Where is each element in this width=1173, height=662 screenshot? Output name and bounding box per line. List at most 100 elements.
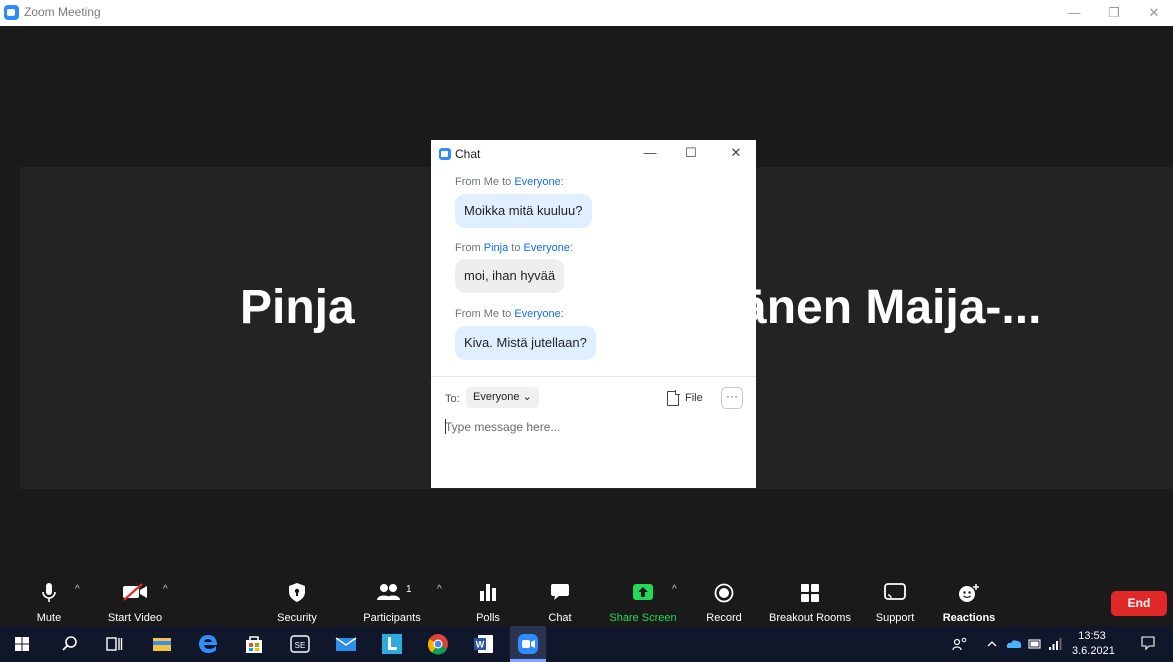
message-input[interactable] (445, 417, 745, 437)
breakout-rooms-label: Breakout Rooms (769, 612, 851, 624)
recipient-link[interactable]: Everyone (514, 308, 560, 320)
svg-text:SE: SE (295, 641, 306, 650)
emoji-add-icon (959, 584, 979, 602)
more-options-button[interactable]: ··· (721, 387, 743, 409)
participants-label: Participants (363, 612, 421, 624)
chat-button[interactable]: Chat (540, 574, 580, 626)
zoom-chat-icon (439, 148, 451, 160)
window-restore-button[interactable]: ❐ (1097, 0, 1131, 26)
zoom-icon[interactable] (516, 632, 540, 656)
start-video-button[interactable]: Start Video (98, 574, 172, 626)
sender-name: Me (483, 176, 500, 188)
reactions-button[interactable]: Reactions (932, 574, 1006, 626)
mail-icon[interactable] (334, 632, 358, 656)
file-icon[interactable] (667, 390, 680, 406)
support-label: Support (875, 612, 915, 624)
chat-window: Chat — ☐ ✕ From Me to Everyone: Moikka m… (431, 140, 756, 488)
l-app-icon[interactable] (380, 632, 404, 656)
task-view-icon[interactable] (102, 632, 126, 656)
recipient-value: Everyone (473, 391, 520, 403)
share-screen-button[interactable]: Share Screen (608, 574, 678, 626)
chat-title: Chat (455, 147, 481, 161)
chat-close-button[interactable]: ✕ (722, 142, 750, 164)
polls-button[interactable]: Polls (468, 574, 508, 626)
chat-label: Chat (548, 612, 572, 624)
chat-message: moi, ihan hyvää (455, 259, 565, 293)
network-signal-icon[interactable] (1048, 637, 1062, 651)
polls-label: Polls (476, 612, 500, 624)
edge-icon[interactable] (196, 632, 220, 656)
search-icon[interactable] (58, 632, 82, 656)
people-icon[interactable] (952, 636, 968, 652)
text-caret (445, 419, 446, 434)
chat-bubble-icon (551, 584, 569, 600)
recipient-dropdown[interactable]: Everyone ⌄ (466, 387, 539, 408)
clock-date: 3.6.2021 (1072, 645, 1115, 657)
recipient-link[interactable]: Everyone (524, 242, 570, 254)
to-word: to (499, 308, 515, 320)
message-header: From Me to Everyone: (455, 176, 564, 188)
video-options-caret[interactable]: ^ (163, 584, 168, 595)
from-prefix: From (455, 176, 484, 188)
participant-name-right: änen Maija-... (740, 281, 1042, 334)
windows-logo-icon[interactable] (10, 632, 34, 656)
breakout-rooms-icon (801, 584, 819, 602)
shield-icon (289, 583, 305, 602)
breakout-rooms-button[interactable]: Breakout Rooms (765, 574, 855, 626)
header-colon: : (560, 176, 564, 188)
system-clock[interactable]: 13:53 3.6.2021 (1072, 629, 1115, 659)
support-button[interactable]: Support (870, 574, 920, 626)
chrome-icon[interactable] (426, 632, 450, 656)
window-titlebar: Zoom Meeting — ❐ ✕ (0, 0, 1173, 26)
participant-name-left: Pinja (240, 281, 355, 334)
windows-taskbar: SE W 13:53 3.6.2021 (0, 626, 1173, 662)
polls-icon (480, 584, 496, 601)
to-word: to (508, 242, 524, 254)
battery-icon[interactable] (1028, 638, 1042, 650)
sender-link[interactable]: Pinja (484, 242, 508, 254)
to-word: to (499, 176, 515, 188)
chevron-down-icon: ⌄ (522, 391, 532, 403)
chat-message: Kiva. Mistä jutellaan? (455, 326, 596, 360)
chat-maximize-button[interactable]: ☐ (677, 142, 705, 164)
zoom-logo-icon (4, 5, 19, 20)
start-video-label: Start Video (107, 612, 163, 624)
sender-name: Me (483, 308, 500, 320)
record-button[interactable]: Record (702, 574, 746, 626)
from-prefix: From (455, 242, 484, 254)
window-minimize-button[interactable]: — (1057, 0, 1091, 26)
meeting-toolbar: Mute ^ Start Video ^ Security 1 Particip… (0, 574, 1173, 626)
share-screen-icon (633, 584, 653, 600)
recipient-link[interactable]: Everyone (514, 176, 560, 188)
end-meeting-button[interactable]: End (1111, 591, 1167, 616)
video-off-icon (123, 583, 147, 601)
file-explorer-icon[interactable] (150, 632, 174, 656)
chat-message: Moikka mitä kuuluu? (455, 194, 592, 228)
cast-screen-icon (884, 583, 906, 600)
window-close-button[interactable]: ✕ (1137, 0, 1171, 26)
share-screen-label: Share Screen (609, 612, 677, 624)
security-button[interactable]: Security (270, 574, 324, 626)
participants-button[interactable]: 1 Participants (358, 574, 426, 626)
share-options-caret[interactable]: ^ (672, 584, 677, 595)
microphone-icon (42, 583, 56, 602)
chevron-up-icon[interactable] (986, 638, 998, 650)
file-button[interactable]: File (685, 392, 703, 404)
notification-center-icon[interactable] (1140, 635, 1156, 651)
mute-button[interactable]: Mute (26, 574, 72, 626)
onedrive-icon[interactable] (1006, 638, 1022, 650)
audio-options-caret[interactable]: ^ (75, 584, 80, 595)
chat-minimize-button[interactable]: — (636, 142, 664, 164)
security-label: Security (277, 612, 317, 624)
message-header: From Me to Everyone: (455, 308, 564, 320)
se-app-icon[interactable]: SE (288, 632, 312, 656)
word-icon[interactable]: W (472, 632, 496, 656)
svg-text:W: W (476, 640, 485, 650)
participants-options-caret[interactable]: ^ (437, 584, 442, 595)
reactions-label: Reactions (942, 612, 996, 624)
message-header: From Pinja to Everyone: (455, 242, 573, 254)
from-prefix: From (455, 308, 484, 320)
chat-divider (431, 376, 756, 377)
window-title: Zoom Meeting (24, 5, 101, 19)
store-icon[interactable] (242, 632, 266, 656)
